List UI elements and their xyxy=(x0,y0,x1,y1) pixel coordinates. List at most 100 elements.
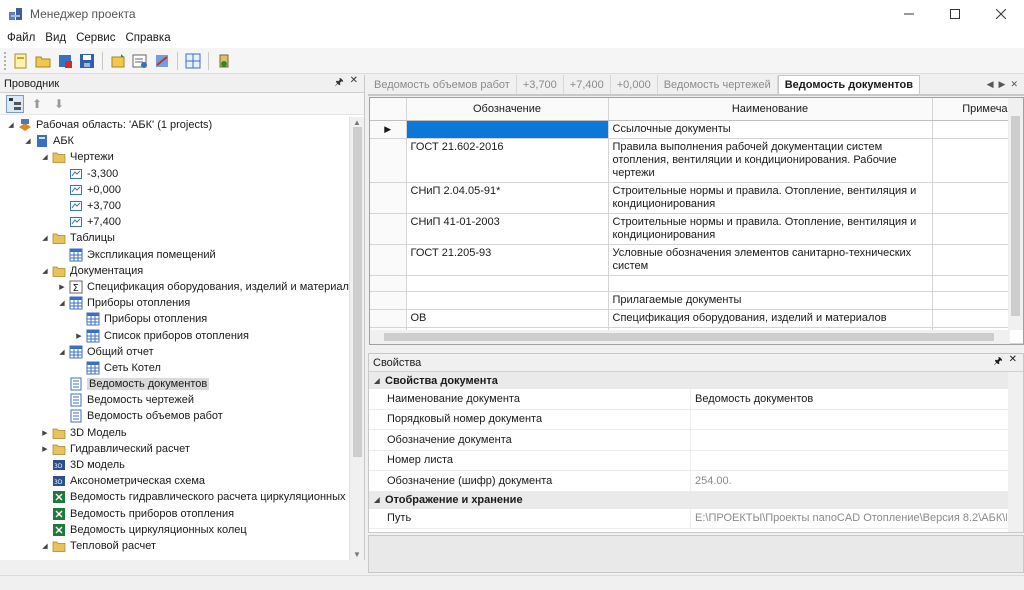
cell-designation[interactable] xyxy=(406,291,609,310)
table-row[interactable]: Прилагаемые документы xyxy=(370,291,1023,310)
collapse-arrow-icon[interactable]: ◢ xyxy=(40,542,50,550)
pin-icon[interactable]: 🖈 xyxy=(334,75,343,92)
tree-item[interactable]: ▶ Гидравлический расчет xyxy=(0,441,350,457)
collapse-arrow-icon[interactable]: ◢ xyxy=(57,348,67,356)
menu-view[interactable]: Вид xyxy=(40,32,71,44)
tab-right-icon[interactable]: ▶ xyxy=(999,79,1006,90)
move-down-button[interactable]: ⬇ xyxy=(50,95,68,113)
table-row[interactable]: ▶ Ссылочные документы xyxy=(370,120,1023,139)
open-project-button[interactable] xyxy=(34,52,52,70)
grid-vertical-scrollbar[interactable] xyxy=(1008,98,1023,330)
row-header[interactable] xyxy=(370,213,407,245)
document-tab[interactable]: Ведомость объемов работ xyxy=(368,75,517,94)
property-value[interactable]: 254.00. xyxy=(691,475,1007,487)
property-row[interactable]: Порядковый номер документа xyxy=(369,409,1023,430)
property-value[interactable]: E:\ПРОЕКТЫ\Проекты nanoCAD Отопление\Вер… xyxy=(691,512,1007,524)
tree-item[interactable]: ▶ Σ Спецификация оборудования, изделий и м… xyxy=(0,279,350,295)
collapse-arrow-icon[interactable]: ◢ xyxy=(40,267,50,275)
cell-name[interactable]: Строительные нормы и правила. Отопление,… xyxy=(608,182,933,214)
tree-item[interactable]: ◢ Общий отчет xyxy=(0,344,350,360)
cell-designation[interactable]: ОВ xyxy=(406,309,609,328)
table-row[interactable]: ОВ Спецификация оборудования, изделий и м… xyxy=(370,309,1023,328)
scroll-down-icon[interactable]: ▼ xyxy=(353,550,361,559)
move-up-button[interactable]: ⬆ xyxy=(28,95,46,113)
row-header[interactable] xyxy=(370,275,407,292)
scrollbar-thumb[interactable] xyxy=(1011,116,1020,316)
tree-item[interactable]: Ведомость приборов отопления xyxy=(0,506,350,522)
collapse-arrow-icon[interactable]: ◢ xyxy=(6,121,16,129)
row-header[interactable] xyxy=(370,244,407,276)
tree-item[interactable]: Сеть Котел xyxy=(0,360,350,376)
tree-item[interactable]: ◢ Приборы отопления xyxy=(0,295,350,311)
tree-item[interactable]: +7,400 xyxy=(0,214,350,230)
collapse-arrow-icon[interactable]: ◢ xyxy=(369,377,385,385)
cell-designation[interactable]: ГОСТ 21.602-2016 xyxy=(406,138,609,183)
cell-name[interactable]: Спецификация оборудования, изделий и мат… xyxy=(608,309,933,328)
tree-item[interactable]: 3D Аксонометрическая схема xyxy=(0,473,350,489)
cell-name[interactable]: Правила выполнения рабочей документации … xyxy=(608,138,933,183)
tab-close-icon[interactable]: ✕ xyxy=(1010,79,1018,90)
project-tree[interactable]: ◢ Рабочая область: 'АБК' (1 projects) ◢ АБК… xyxy=(0,117,350,560)
property-row[interactable]: Наименование документа Ведомость документ… xyxy=(369,389,1023,410)
cell-designation[interactable]: СНиП 2.04.05-91* xyxy=(406,182,609,214)
tree-item[interactable]: Ведомость гидравлического расчета циркул… xyxy=(0,489,350,505)
tree-item[interactable]: ◢ АБК xyxy=(0,133,350,149)
cell-designation[interactable]: СНиП 41-01-2003 xyxy=(406,213,609,245)
expand-arrow-icon[interactable]: ▶ xyxy=(74,332,84,340)
property-row[interactable]: Обозначение документа xyxy=(369,430,1023,451)
report-button[interactable] xyxy=(153,52,171,70)
minimize-button[interactable] xyxy=(886,0,932,28)
current-row-indicator-icon[interactable]: ▶ xyxy=(370,120,407,139)
expand-arrow-icon[interactable]: ▶ xyxy=(40,445,50,453)
tree-item[interactable]: ◢ Таблицы xyxy=(0,230,350,246)
menu-service[interactable]: Сервис xyxy=(71,32,120,44)
tree-item[interactable]: ◢ Документация xyxy=(0,263,350,279)
tree-item[interactable]: ◢ Чертежи xyxy=(0,149,350,165)
tree-item[interactable]: ▶ 3D Модель xyxy=(0,425,350,441)
tree-item[interactable]: Ведомость документов xyxy=(0,376,350,392)
tree-item[interactable]: Экспликация помещений xyxy=(0,247,350,263)
column-header-designation[interactable]: Обозначение xyxy=(406,98,609,121)
cell-designation[interactable] xyxy=(406,120,609,139)
layout-button[interactable] xyxy=(184,52,202,70)
collapse-arrow-icon[interactable]: ◢ xyxy=(57,299,67,307)
tree-item[interactable]: Ведомость чертежей xyxy=(0,392,350,408)
row-header[interactable] xyxy=(370,291,407,310)
save-button[interactable] xyxy=(78,52,96,70)
menu-help[interactable]: Справка xyxy=(120,32,175,44)
close-project-button[interactable] xyxy=(56,52,74,70)
cell-designation[interactable] xyxy=(406,275,609,292)
properties-scrollbar[interactable] xyxy=(1008,372,1023,532)
tree-item[interactable]: Ведомость объемов работ xyxy=(0,408,350,424)
expand-arrow-icon[interactable]: ▶ xyxy=(40,429,50,437)
tree-item[interactable]: 3D 3D модель xyxy=(0,457,350,473)
row-header[interactable] xyxy=(370,182,407,214)
property-row[interactable]: Путь E:\ПРОЕКТЫ\Проекты nanoCAD Отопление… xyxy=(369,508,1023,529)
collapse-arrow-icon[interactable]: ◢ xyxy=(369,496,385,504)
scroll-up-icon[interactable]: ▲ xyxy=(353,118,361,127)
table-row[interactable] xyxy=(370,275,1023,292)
row-header[interactable] xyxy=(370,138,407,183)
menu-file[interactable]: Файл xyxy=(2,32,40,44)
tree-item[interactable]: ◢ Рабочая область: 'АБК' (1 projects) xyxy=(0,117,350,133)
property-row[interactable]: Обозначение (шифр) документа 254.00. xyxy=(369,471,1023,492)
tree-item[interactable]: -3,300 xyxy=(0,166,350,182)
scrollbar-thumb[interactable] xyxy=(353,127,362,457)
toolbar-grip[interactable] xyxy=(4,51,7,70)
pin-icon[interactable]: 🖈 xyxy=(993,354,1002,371)
expand-arrow-icon[interactable]: ▶ xyxy=(57,283,67,291)
document-tab[interactable]: +3,700 xyxy=(517,75,564,94)
cell-name[interactable]: Условные обозначения элементов санитарно… xyxy=(608,244,933,276)
document-tab[interactable]: +7,400 xyxy=(564,75,611,94)
grid-horizontal-scrollbar[interactable] xyxy=(370,330,1010,344)
tree-item[interactable]: +0,000 xyxy=(0,182,350,198)
maximize-button[interactable] xyxy=(932,0,978,28)
explorer-scrollbar[interactable]: ▲ ▼ xyxy=(349,117,364,560)
property-row[interactable]: Номер листа xyxy=(369,450,1023,471)
plugin-button[interactable] xyxy=(215,52,233,70)
close-panel-icon[interactable]: ✕ xyxy=(1009,354,1017,371)
tree-item[interactable]: ▶ Список приборов отопления xyxy=(0,327,350,343)
table-row[interactable]: СНиП 2.04.05-91* Строительные нормы и пра… xyxy=(370,182,1023,214)
row-header[interactable] xyxy=(370,309,407,328)
table-row[interactable]: СНиП 41-01-2003 Строительные нормы и прав… xyxy=(370,213,1023,245)
